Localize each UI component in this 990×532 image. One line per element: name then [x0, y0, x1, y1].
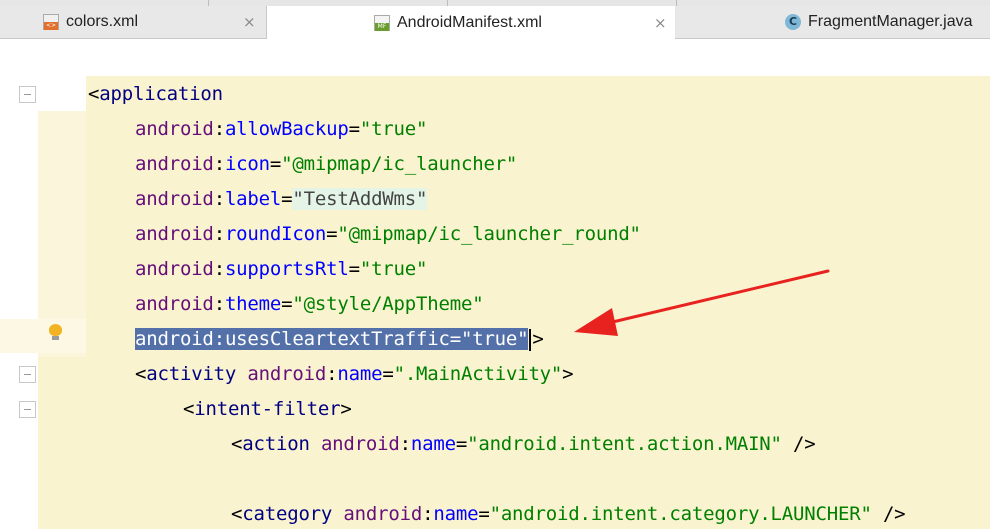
code-line-activity: <activity android:name=".MainActivity">	[135, 363, 574, 385]
code-line-supportsrtl: android:supportsRtl="true"	[135, 258, 428, 280]
code-line-theme: android:theme="@style/AppTheme"	[135, 293, 484, 315]
tab-androidmanifest-xml[interactable]: AndroidManifest.xml ×	[266, 6, 676, 39]
fold-marker-icon[interactable]	[19, 401, 36, 418]
tab-label: FragmentManager.java	[808, 13, 973, 30]
code-line-label: android:label="TestAddWms"	[135, 188, 428, 210]
xml-file-icon	[43, 14, 59, 30]
text-selection: android:usesCleartextTraffic="true"	[135, 328, 529, 350]
code-line-usescleartexttraffic[interactable]: android:usesCleartextTraffic="true" >	[135, 322, 544, 357]
close-icon[interactable]: ×	[243, 13, 256, 31]
code-line-category: <category android:name="android.intent.c…	[231, 503, 906, 525]
java-class-icon: C	[785, 14, 801, 30]
caret-line-highlight	[0, 319, 86, 353]
code-editor[interactable]: <application android:allowBackup="true" …	[0, 39, 990, 529]
close-icon[interactable]: ×	[654, 14, 667, 32]
lightbulb-icon[interactable]	[49, 324, 62, 341]
code-line-application: <application	[88, 83, 223, 105]
code-line-allowbackup: android:allowBackup="true"	[135, 118, 428, 140]
manifest-file-icon	[374, 14, 390, 31]
fold-marker-icon[interactable]	[19, 366, 36, 383]
code-line-intent-filter: <intent-filter>	[183, 398, 352, 420]
fold-marker-icon[interactable]	[19, 86, 36, 103]
editor-tab-bar: colors.xml × AndroidManifest.xml × C Fra…	[0, 6, 990, 39]
code-line-action: <action android:name="android.intent.act…	[231, 433, 816, 455]
code-line-roundicon: android:roundIcon="@mipmap/ic_launcher_r…	[135, 223, 641, 245]
tab-label: colors.xml	[66, 13, 139, 30]
tab-label: AndroidManifest.xml	[397, 13, 542, 31]
annotation-arrow-icon	[574, 269, 830, 336]
tab-colors-xml[interactable]: colors.xml ×	[0, 6, 266, 38]
tab-fragmentmanager-java[interactable]: C FragmentManager.java	[675, 6, 990, 38]
code-line-icon: android:icon="@mipmap/ic_launcher"	[135, 153, 518, 175]
